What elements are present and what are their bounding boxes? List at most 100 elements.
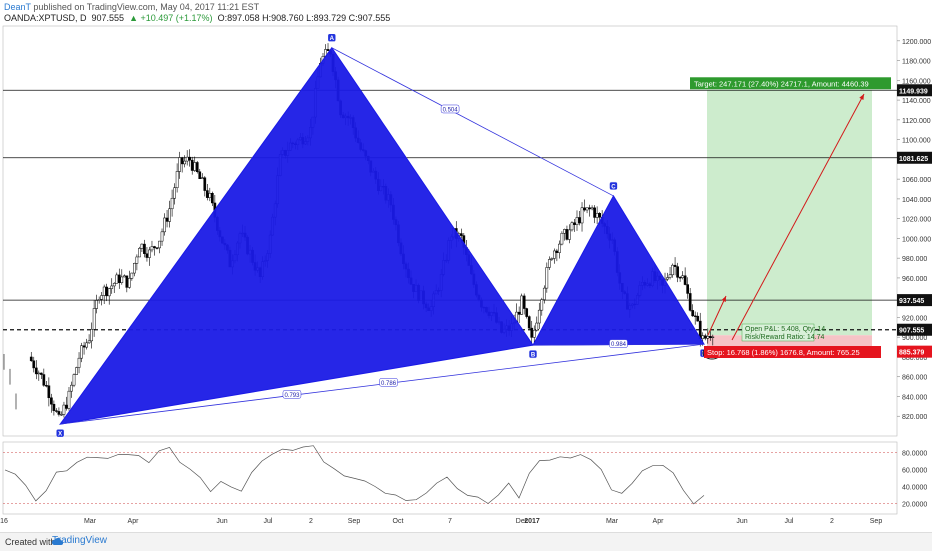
tradingview-brand[interactable]: TradingView bbox=[52, 535, 107, 546]
candle-body bbox=[193, 162, 197, 171]
x-tick-label: 2 bbox=[830, 518, 834, 525]
candle-body bbox=[575, 217, 579, 225]
y-tick-label: 1120.000 bbox=[902, 118, 931, 125]
x-tick-label: Jul bbox=[785, 518, 794, 525]
candle-body bbox=[520, 295, 524, 315]
candle-body bbox=[67, 390, 71, 409]
candle-body bbox=[195, 162, 199, 172]
y-tick-label: 1060.000 bbox=[902, 177, 931, 184]
ratio-label: 0.793 bbox=[284, 393, 300, 399]
candle-body bbox=[703, 335, 707, 339]
x-tick-label: Mar bbox=[606, 518, 619, 525]
candle-body bbox=[117, 274, 121, 283]
y-tick-label: 960.000 bbox=[902, 276, 927, 283]
candle-body bbox=[525, 308, 529, 317]
level-price-label: 907.555 bbox=[899, 328, 924, 335]
candle-body bbox=[72, 374, 76, 386]
candle-body bbox=[185, 156, 189, 162]
level-price-label: 1149.939 bbox=[899, 88, 928, 95]
candle-body bbox=[588, 207, 591, 210]
candle-body bbox=[175, 171, 179, 188]
candle-body bbox=[205, 190, 209, 198]
candle-body bbox=[678, 277, 682, 279]
pattern-point-label: A bbox=[330, 36, 335, 42]
x-tick-label: Mar bbox=[84, 518, 97, 525]
y-tick-label: 1020.000 bbox=[902, 217, 931, 224]
candle-body bbox=[585, 207, 589, 211]
candle-body bbox=[326, 49, 330, 51]
candle-body bbox=[55, 410, 58, 412]
candle-body bbox=[178, 157, 181, 172]
candle-body bbox=[70, 384, 73, 392]
candle-body bbox=[153, 246, 156, 249]
candle-body bbox=[547, 259, 551, 268]
candle-body bbox=[558, 243, 561, 253]
candle-body bbox=[180, 157, 184, 165]
candle-body bbox=[530, 327, 534, 338]
candle-body bbox=[545, 267, 549, 289]
candle-body bbox=[555, 250, 559, 253]
candle-body bbox=[150, 246, 154, 251]
candle-body bbox=[29, 356, 33, 362]
candle-body bbox=[80, 345, 83, 359]
candle-body bbox=[120, 276, 124, 283]
y-tick-label: 1140.000 bbox=[902, 98, 931, 105]
candle-body bbox=[570, 222, 574, 231]
candle-body bbox=[673, 264, 677, 267]
candle-body bbox=[85, 342, 88, 348]
price-chart[interactable]: 1200.0001180.0001160.0001140.0001120.000… bbox=[0, 0, 932, 532]
y-tick-label: 1000.000 bbox=[902, 236, 931, 243]
level-price-label: 1081.625 bbox=[899, 156, 928, 163]
candle-body bbox=[563, 229, 566, 234]
level-price-label: 885.379 bbox=[899, 350, 924, 357]
candle-body bbox=[696, 315, 700, 322]
candle-body bbox=[102, 286, 106, 296]
candle-body bbox=[42, 374, 46, 386]
x-tick-label: 2 bbox=[309, 518, 313, 525]
y-tick-label: 1040.000 bbox=[902, 197, 931, 204]
x-tick-label: Sep bbox=[870, 518, 883, 525]
ratio-label: 0.786 bbox=[381, 381, 397, 387]
candle-body bbox=[668, 274, 672, 278]
candle-body bbox=[145, 253, 149, 258]
candle-body bbox=[127, 278, 131, 288]
candle-body bbox=[168, 208, 171, 222]
candle-body bbox=[115, 274, 119, 284]
candle-body bbox=[122, 275, 126, 278]
y-tick-label: 980.000 bbox=[902, 256, 927, 263]
created-with-label: Created with bbox=[5, 537, 56, 547]
level-price-label: 937.545 bbox=[899, 298, 924, 305]
candle-body bbox=[170, 197, 174, 210]
pattern-point-label: X bbox=[58, 432, 62, 438]
x-tick-label: Jul bbox=[264, 518, 273, 525]
candle-body bbox=[158, 240, 161, 249]
candle-body bbox=[105, 286, 109, 297]
candle-body bbox=[711, 336, 715, 339]
candle-body bbox=[82, 345, 86, 348]
candle-body bbox=[683, 275, 687, 285]
target-zone bbox=[707, 90, 872, 336]
y-tick-label: 860.000 bbox=[902, 375, 927, 382]
y-tick-label: 840.000 bbox=[902, 394, 927, 401]
candle-body bbox=[527, 316, 531, 329]
x-tick-label: 2017 bbox=[524, 518, 540, 525]
candle-body bbox=[50, 397, 53, 405]
candle-body bbox=[37, 372, 41, 375]
candle-body bbox=[60, 414, 63, 416]
candle-body bbox=[535, 322, 539, 331]
candle-body bbox=[540, 299, 544, 311]
candle-body bbox=[203, 177, 207, 191]
candle-body bbox=[565, 229, 569, 240]
candle-body bbox=[706, 336, 710, 339]
candle-body bbox=[188, 156, 192, 161]
candle-body bbox=[140, 243, 144, 249]
candle-body bbox=[112, 283, 116, 287]
candle-body bbox=[183, 160, 187, 165]
candle-body bbox=[691, 310, 695, 317]
x-tick-label: Oct bbox=[393, 518, 404, 525]
candle-body bbox=[681, 275, 684, 278]
candle-body bbox=[75, 367, 78, 375]
candle-body bbox=[537, 309, 541, 324]
candle-body bbox=[87, 340, 91, 344]
stop-label: Stop: 16.768 (1.86%) 1676.8, Amount: 765… bbox=[707, 348, 860, 357]
